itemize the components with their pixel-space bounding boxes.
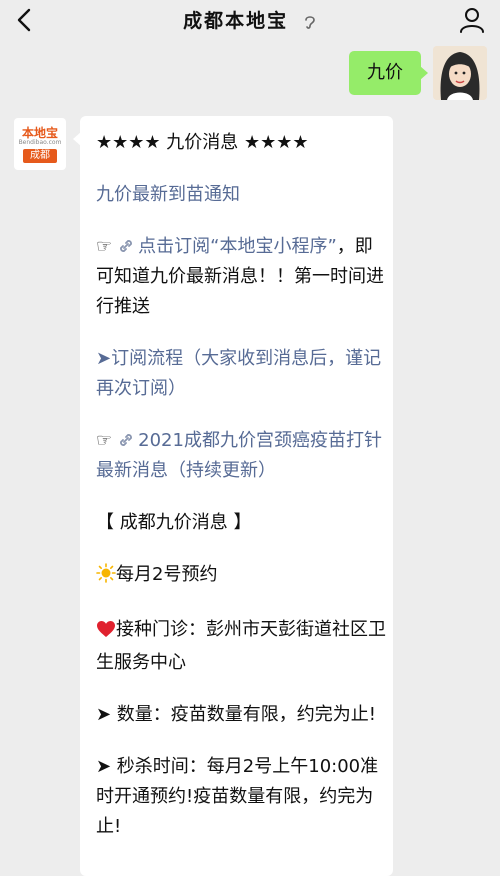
clinic-line: 接种门诊：彭州市天彭街道社区卫生服务中心 [96,615,389,678]
bot-message-bubble: ★★★★ 九价消息 ★★★★ 九价最新到苗通知 ☞ 点击订阅“本地宝小程序”，即可… [73,116,393,876]
link-icon [120,240,133,252]
link-icon [120,434,133,446]
user-message-bubble[interactable]: 九价 [349,51,428,95]
logo-city-badge: 成都 [23,149,57,163]
subscribe-paragraph: ☞ 点击订阅“本地宝小程序”，即可知道九价最新消息！！第一时间进行推送 [96,232,389,322]
subscribe-flow-link[interactable]: ➤订阅流程（大家收到消息后，谨记再次订阅） [96,344,389,404]
chat-title-wrap: 成都本地宝 [0,6,500,33]
news-link[interactable]: 2021成都九价宫颈癌疫苗打针最新消息（持续更新） [96,430,382,481]
clinic-text: 接种门诊：彭州市天彭街道社区卫生服务中心 [96,619,386,673]
quantity-line: ➤ 数量：疫苗数量有限，约完为止! [96,704,377,725]
rush-time-line: ➤ 秒杀时间：每月2号上午10:00准时开通预约!疫苗数量有限，约完为止! [96,756,379,837]
logo-url: Bendibao.com [18,139,62,146]
user-avatar[interactable] [433,46,487,100]
user-avatar-portrait [433,46,487,100]
news-paragraph: ☞ 2021成都九价宫颈癌疫苗打针最新消息（持续更新） [96,426,389,486]
chat-title: 成都本地宝 [183,10,289,32]
heart-icon [96,618,116,648]
subscribe-link[interactable]: 点击订阅“本地宝小程序” [138,236,337,257]
appointment-text: 每月2号预约 [116,564,218,585]
sun-icon [96,563,116,593]
bot-avatar-logo[interactable]: 本地宝 Bendibao.com 成都 [14,118,66,170]
ear-icon [305,15,315,29]
point-right-icon: ☞ [96,236,113,257]
person-icon[interactable] [458,6,486,34]
user-message-text: 九价 [367,62,403,83]
message-heading: ★★★★ 九价消息 ★★★★ [96,132,309,153]
top-bar: 成都本地宝 [0,0,500,40]
point-right-icon: ☞ [96,430,113,451]
section-title: 【 成都九价消息 】 [96,512,252,533]
appointment-line: 每月2号预约 [96,560,389,593]
latest-notice-link[interactable]: 九价最新到苗通知 [96,180,389,210]
